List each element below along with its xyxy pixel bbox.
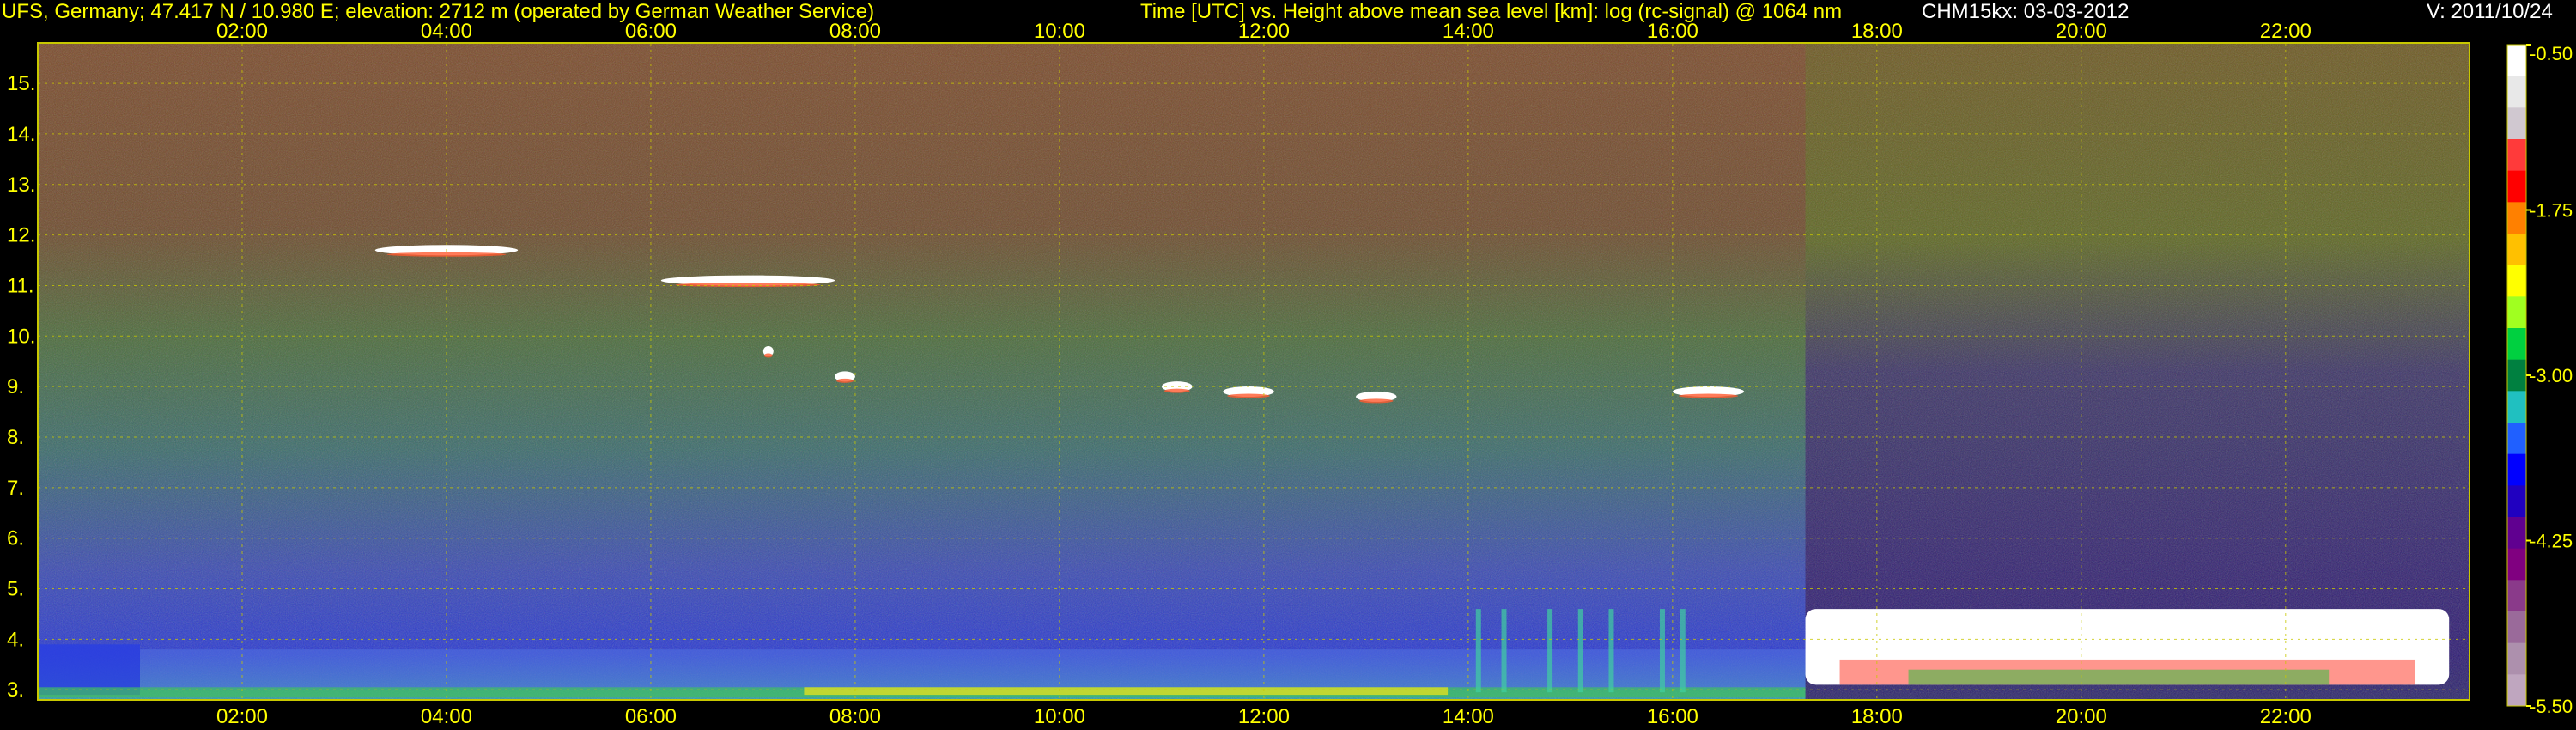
y-tick-label: 14. [7,123,35,146]
colorbar-tick-label: -3.00 [2530,365,2573,386]
cloud-base-green-8 [1908,669,2330,685]
cloud-edge-6 [1358,398,1394,404]
x-tick-label-bottom: 08:00 [829,705,881,728]
cloud-edge-2 [763,353,773,358]
x-tick-label-top: 04:00 [421,20,472,43]
colorbar-segment [2507,265,2526,297]
colorbar: -0.50 -1.75 -3.00 -4.25 -5.50 [2506,43,2573,717]
x-tick-label-bottom: 22:00 [2260,705,2312,728]
y-tick-label: 5. [7,578,24,601]
colorbar-tick-label: -0.50 [2530,43,2573,64]
colorbar-segment [2507,139,2526,172]
colorbar-segment [2507,45,2526,77]
cloud-edge-7 [1678,393,1739,398]
x-tick-label-bottom: 06:00 [625,705,677,728]
y-tick-label: 8. [7,426,24,449]
colorbar-segment [2507,517,2526,550]
fall-streak-6 [1680,609,1686,693]
y-tick-label: 13. [7,173,35,197]
cloud-edge-4 [1163,388,1190,393]
colorbar-segment [2507,170,2526,203]
x-tick-label-top: 02:00 [216,20,268,43]
x-tick-label-bottom: 02:00 [216,705,268,728]
plot-area [38,43,2470,700]
colorbar-segment [2507,423,2526,455]
colorbar-tick-label: -4.25 [2530,531,2573,552]
y-tick-label: 10. [7,325,35,348]
colorbar-segment [2507,642,2526,675]
x-tick-label-bottom: 10:00 [1034,705,1085,728]
y-tick-label: 3. [7,678,24,702]
y-tick-label: 15. [7,72,35,95]
colorbar-tick-label: -1.75 [2530,200,2573,222]
cloud-edge-1 [675,283,821,288]
x-tick-label-bottom: 04:00 [421,705,472,728]
fall-streak-3 [1577,609,1583,693]
x-tick-label-top: 14:00 [1443,20,1494,43]
x-tick-label-top: 08:00 [829,20,881,43]
colorbar-segment [2507,453,2526,486]
colorbar-segment [2507,76,2526,108]
fall-streak-2 [1547,609,1553,693]
x-tick-label-bottom: 20:00 [2056,705,2107,728]
colorbar-segment [2507,328,2526,361]
lidar-chart: 02:00 02:00 04:00 04:00 06:00 06:00 08:00 08:00… [7,20,2573,728]
y-tick-label: 6. [7,527,24,551]
colorbar-segment [2507,296,2526,329]
signal-noise [38,43,2470,700]
x-tick-label-top: 16:00 [1647,20,1698,43]
cloud-edge-3 [836,378,854,383]
colorbar-segment [2507,674,2526,707]
x-tick-label-top: 12:00 [1238,20,1290,43]
x-tick-label-bottom: 16:00 [1647,705,1698,728]
x-tick-label-bottom: 14:00 [1443,705,1494,728]
colorbar-segment [2507,548,2526,581]
y-tick-label: 4. [7,628,24,651]
y-tick-label: 11. [7,274,34,297]
ground-layer-bright [804,687,1449,696]
fall-streak-1 [1501,609,1507,693]
fall-streak-5 [1659,609,1665,693]
colorbar-segment [2507,234,2526,266]
y-tick-label: 7. [7,477,24,500]
colorbar-segment [2507,391,2526,423]
colorbar-segment [2507,202,2526,234]
aerosol-layer [139,649,1806,690]
colorbar-segment [2507,611,2526,644]
y-tick-label: 9. [7,375,24,398]
colorbar-segment [2507,485,2526,518]
colorbar-segment [2507,107,2526,140]
fall-streak-4 [1608,609,1614,693]
colorbar-segment [2507,359,2526,392]
y-tick-label: 12. [7,224,35,247]
colorbar-tick-label: -5.50 [2530,696,2573,717]
x-tick-label-top: 10:00 [1034,20,1085,43]
x-tick-label-top: 22:00 [2260,20,2312,43]
x-tick-label-top: 06:00 [625,20,677,43]
x-tick-label-top: 18:00 [1851,20,1903,43]
fall-streak-0 [1475,609,1481,693]
x-tick-label-top: 20:00 [2056,20,2107,43]
colorbar-segment [2507,580,2526,612]
x-tick-label-bottom: 12:00 [1238,705,1290,728]
x-tick-label-bottom: 18:00 [1851,705,1903,728]
